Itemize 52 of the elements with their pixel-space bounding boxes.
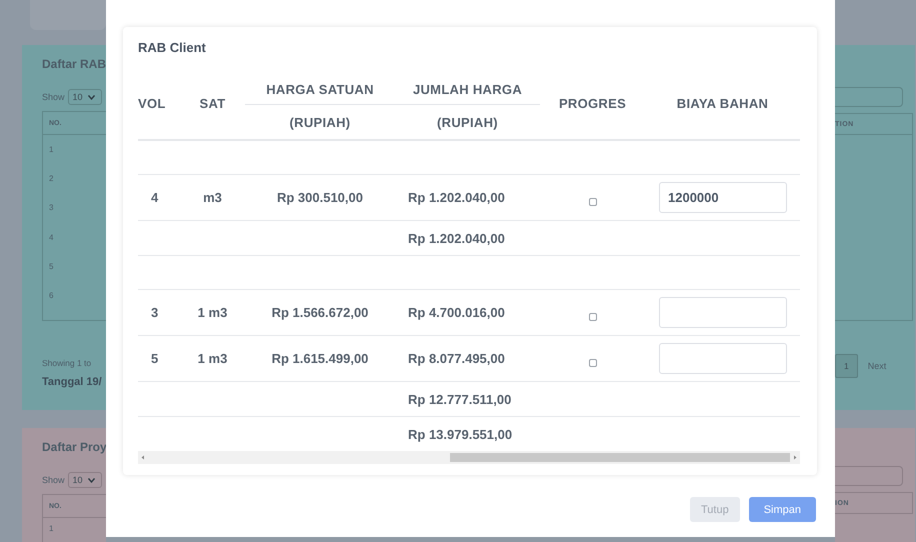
column-header: JUMLAH HARGA — [395, 67, 540, 104]
column-subheader: (RUPIAH) — [245, 104, 395, 140]
column-header: SAT — [180, 67, 245, 140]
table-cell: Rp 1.566.672,00 — [245, 290, 395, 336]
search-field[interactable] — [835, 466, 903, 486]
show-label: Show — [42, 475, 65, 485]
save-button[interactable]: Simpan — [748, 497, 816, 522]
cost-input[interactable] — [659, 297, 787, 328]
table-cell: Rp 8.077.495,00 — [395, 336, 540, 382]
page-size-select[interactable]: 10 — [68, 472, 102, 488]
table-cell-text: 6 — [49, 290, 54, 302]
table-cell-text: 3 — [49, 203, 54, 214]
table-cell-text: 4 — [49, 232, 54, 244]
progress-checkbox[interactable] — [588, 312, 596, 321]
caret-icon — [88, 478, 95, 482]
cost-input[interactable] — [659, 343, 787, 374]
column-header: HARGA SATUAN — [245, 67, 395, 104]
table-cell: 4 — [138, 174, 180, 220]
column-header: VOL — [138, 67, 180, 140]
table-cell-text: 5 — [49, 262, 54, 273]
table-cell: 1 m3 — [180, 290, 245, 336]
progress-checkbox[interactable] — [588, 358, 596, 367]
close-button[interactable]: Tutup — [690, 497, 740, 522]
table-cell: 3 — [138, 290, 180, 336]
progress-checkbox[interactable] — [588, 198, 596, 206]
column-subheader: (RUPIAH) — [395, 104, 540, 140]
page-size-select[interactable]: 10 — [68, 89, 102, 105]
search-field[interactable] — [835, 87, 903, 107]
subtotal-cell: Rp 1.202.040,00 — [395, 220, 540, 256]
table-cell: Rp 300.510,00 — [245, 174, 395, 220]
subtotal-cell: Rp 12.777.511,00 — [395, 382, 540, 416]
table-cell: 5 — [138, 336, 180, 382]
table-cell-text: 2 — [49, 174, 54, 186]
table-cell: Rp 4.700.016,00 — [395, 290, 540, 336]
table-cell: Rp 1.202.040,00 — [395, 174, 540, 220]
column-header: PROGRES — [540, 67, 645, 140]
next-link[interactable]: Next — [868, 361, 886, 371]
caret-icon — [88, 94, 95, 100]
date-label: Tanggal 19/ — [42, 376, 103, 388]
column-header: BIAYA BAHAN — [645, 67, 800, 140]
table-cell-text: 1 — [49, 524, 54, 535]
entries-info: Showing 1 to — [42, 358, 92, 368]
cost-input[interactable]: 1200000 — [659, 182, 787, 213]
card-title: Daftar RAB — [42, 57, 106, 73]
table-cell: m3 — [180, 174, 245, 220]
table-cell-text: 1 — [49, 145, 54, 156]
show-label: Show — [42, 92, 65, 102]
table-cell: 1 m3 — [180, 336, 245, 382]
page-button[interactable]: 1 — [835, 354, 858, 378]
modal-title: RAB Client — [138, 40, 206, 55]
table-cell: Rp 1.615.499,00 — [245, 336, 395, 382]
horizontal-scrollbar[interactable] — [138, 451, 800, 464]
